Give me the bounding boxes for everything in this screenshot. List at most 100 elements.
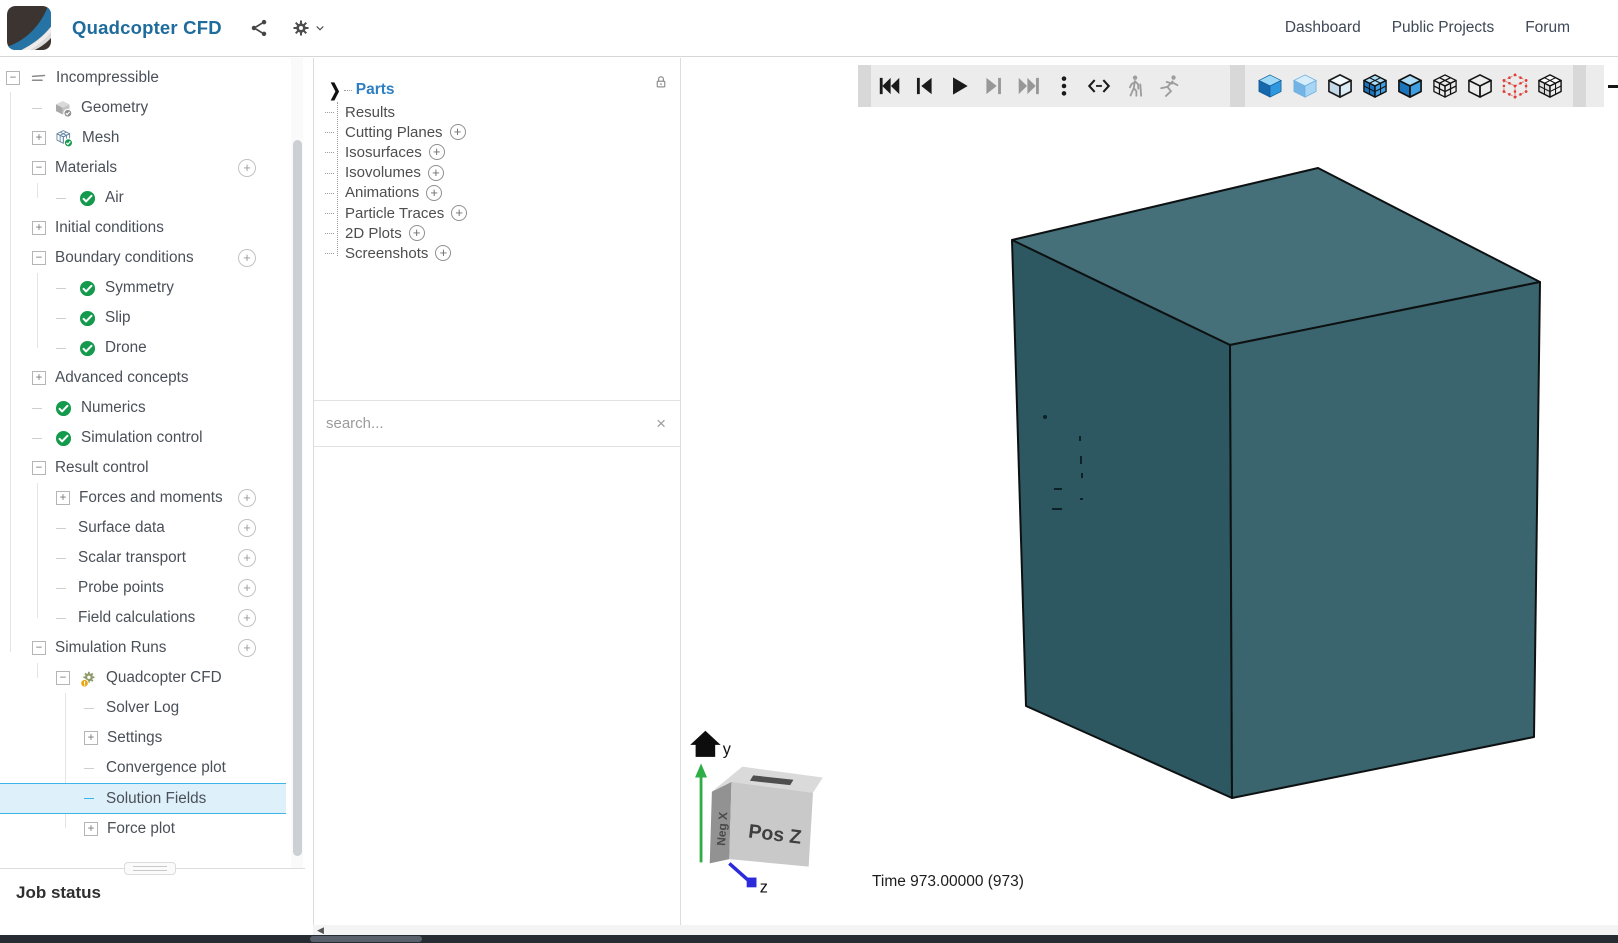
walk-mode-button[interactable] <box>1116 67 1151 105</box>
add-button[interactable]: + <box>238 609 256 627</box>
sim-tree-item-solution-fields[interactable]: Solution Fields <box>0 783 286 814</box>
add-button[interactable]: + <box>238 639 256 657</box>
sim-tree-item-field-calculations[interactable]: Field calculations+ <box>0 603 290 633</box>
simscale-logo-icon[interactable] <box>7 6 51 50</box>
nav-dashboard[interactable]: Dashboard <box>1285 19 1361 37</box>
toolbar-drag-handle[interactable] <box>858 65 871 107</box>
sim-tree-item-materials[interactable]: −Materials+ <box>0 153 290 183</box>
sim-tree-item-result-control[interactable]: −Result control <box>0 453 290 483</box>
post-tree-item-2d-plots[interactable]: 2D Plots+ <box>326 223 650 243</box>
viewport-3d[interactable]: y Pos Z Neg X z Time 973.00000 (973) <box>682 58 1618 925</box>
post-tree-item-animations[interactable]: Animations+ <box>326 183 650 203</box>
cube-points-button[interactable] <box>1497 67 1532 105</box>
sim-tree-item-simulation-control[interactable]: Simulation control <box>0 423 290 453</box>
home-icon[interactable] <box>690 731 720 757</box>
sim-tree-item-probe-points[interactable]: Probe points+ <box>0 573 290 603</box>
add-button[interactable]: + <box>238 549 256 567</box>
toolbar-drag-handle[interactable] <box>1573 65 1586 107</box>
cube-wireframe-mesh-button[interactable] <box>1427 67 1462 105</box>
clear-search-icon[interactable]: × <box>656 415 666 432</box>
post-tree-item-isovolumes[interactable]: Isovolumes+ <box>326 163 650 183</box>
search-input[interactable] <box>314 414 656 433</box>
sim-tree-item-incompressible[interactable]: −Incompressible <box>0 63 290 93</box>
sim-tree-item-forces-and-moments[interactable]: +Forces and moments+ <box>0 483 290 513</box>
bottom-scrollbar[interactable] <box>0 935 1618 943</box>
sim-tree-item-mesh[interactable]: +Mesh <box>0 123 290 153</box>
cube-grid-button[interactable] <box>1532 67 1567 105</box>
add-button[interactable]: + <box>238 489 256 507</box>
collapse-toggle-icon[interactable]: − <box>32 161 46 175</box>
bottom-scrollbar-thumb[interactable] <box>310 936 422 942</box>
horizontal-scrollbar[interactable]: ◀ <box>313 925 1618 935</box>
truncated-toolbar-icon[interactable] <box>1608 85 1618 88</box>
sim-tree-item-advanced-concepts[interactable]: +Advanced concepts <box>0 363 290 393</box>
add-button[interactable]: + <box>238 519 256 537</box>
post-tree-item-screenshots[interactable]: Screenshots+ <box>326 243 650 263</box>
expand-toggle-icon[interactable]: + <box>84 731 98 745</box>
post-tree-item-cutting-planes[interactable]: Cutting Planes+ <box>326 122 650 142</box>
sidebar-scrollbar-thumb[interactable] <box>293 140 302 856</box>
sim-tree-item-initial-conditions[interactable]: +Initial conditions <box>0 213 290 243</box>
sim-tree-item-surface-data[interactable]: Surface data+ <box>0 513 290 543</box>
sim-tree-item-air[interactable]: Air <box>0 183 290 213</box>
step-forward-button[interactable] <box>976 67 1011 105</box>
post-tree-item-results[interactable]: Results <box>326 102 650 122</box>
add-button[interactable]: + <box>429 144 445 160</box>
add-button[interactable]: + <box>238 159 256 177</box>
sim-tree-item-settings[interactable]: +Settings <box>0 723 290 753</box>
more-vertical-button[interactable] <box>1046 67 1081 105</box>
scroll-left-arrow-icon[interactable]: ◀ <box>317 925 324 935</box>
collapse-toggle-icon[interactable]: − <box>6 71 20 85</box>
panel-resize-handle[interactable] <box>124 862 176 875</box>
expand-toggle-icon[interactable]: + <box>32 371 46 385</box>
expand-arrow-icon[interactable]: ❯ <box>329 79 341 100</box>
expand-toggle-icon[interactable]: + <box>32 221 46 235</box>
cube-translucent-button[interactable] <box>1287 67 1322 105</box>
sim-tree-item-drone[interactable]: Drone <box>0 333 290 363</box>
sim-tree-item-symmetry[interactable]: Symmetry <box>0 273 290 303</box>
add-button[interactable]: + <box>435 245 451 261</box>
run-mode-button[interactable] <box>1151 67 1186 105</box>
cube-surface-edges-button[interactable] <box>1322 67 1357 105</box>
play-button[interactable] <box>941 67 976 105</box>
skip-to-end-button[interactable] <box>1011 67 1046 105</box>
expand-toggle-icon[interactable]: + <box>84 822 98 836</box>
expand-toggle-icon[interactable]: + <box>56 491 70 505</box>
share-button[interactable] <box>249 18 269 38</box>
sim-tree-item-geometry[interactable]: Geometry <box>0 93 290 123</box>
frame-range-button[interactable] <box>1081 67 1116 105</box>
cube-surface-mesh-button[interactable] <box>1357 67 1392 105</box>
collapse-toggle-icon[interactable]: − <box>32 461 46 475</box>
skip-to-start-button[interactable] <box>871 67 906 105</box>
add-button[interactable]: + <box>428 165 444 181</box>
lock-icon[interactable] <box>652 72 670 92</box>
sim-tree-item-simulation-runs[interactable]: −Simulation Runs+ <box>0 633 290 663</box>
nav-forum[interactable]: Forum <box>1525 19 1570 37</box>
nav-public-projects[interactable]: Public Projects <box>1392 19 1495 37</box>
toolbar-drag-handle[interactable] <box>1230 65 1245 107</box>
cube-surface-button[interactable] <box>1392 67 1427 105</box>
collapse-toggle-icon[interactable]: − <box>32 641 46 655</box>
cube-solid-button[interactable] <box>1252 67 1287 105</box>
sim-tree-item-convergence-plot[interactable]: Convergence plot <box>0 753 290 783</box>
sim-tree-item-scalar-transport[interactable]: Scalar transport+ <box>0 543 290 573</box>
sim-tree-item-force-plot[interactable]: +Force plot <box>0 814 290 844</box>
sim-tree-item-numerics[interactable]: Numerics <box>0 393 290 423</box>
post-tree-item-particle-traces[interactable]: Particle Traces+ <box>326 203 650 223</box>
sim-tree-item-slip[interactable]: Slip <box>0 303 290 333</box>
post-tree-root[interactable]: ❯ Parts <box>326 78 650 102</box>
sim-tree-item-quadcopter-cfd[interactable]: −Quadcopter CFD <box>0 663 290 693</box>
box-right-face[interactable] <box>1230 282 1540 798</box>
add-button[interactable]: + <box>450 124 466 140</box>
add-button[interactable]: + <box>409 225 425 241</box>
collapse-toggle-icon[interactable]: − <box>32 251 46 265</box>
project-settings-button[interactable] <box>291 18 327 38</box>
add-button[interactable]: + <box>238 579 256 597</box>
expand-toggle-icon[interactable]: + <box>32 131 46 145</box>
add-button[interactable]: + <box>238 249 256 267</box>
sim-tree-item-boundary-conditions[interactable]: −Boundary conditions+ <box>0 243 290 273</box>
collapse-toggle-icon[interactable]: − <box>56 671 70 685</box>
sim-tree-item-solver-log[interactable]: Solver Log <box>0 693 290 723</box>
cube-wireframe-button[interactable] <box>1462 67 1497 105</box>
add-button[interactable]: + <box>426 185 442 201</box>
